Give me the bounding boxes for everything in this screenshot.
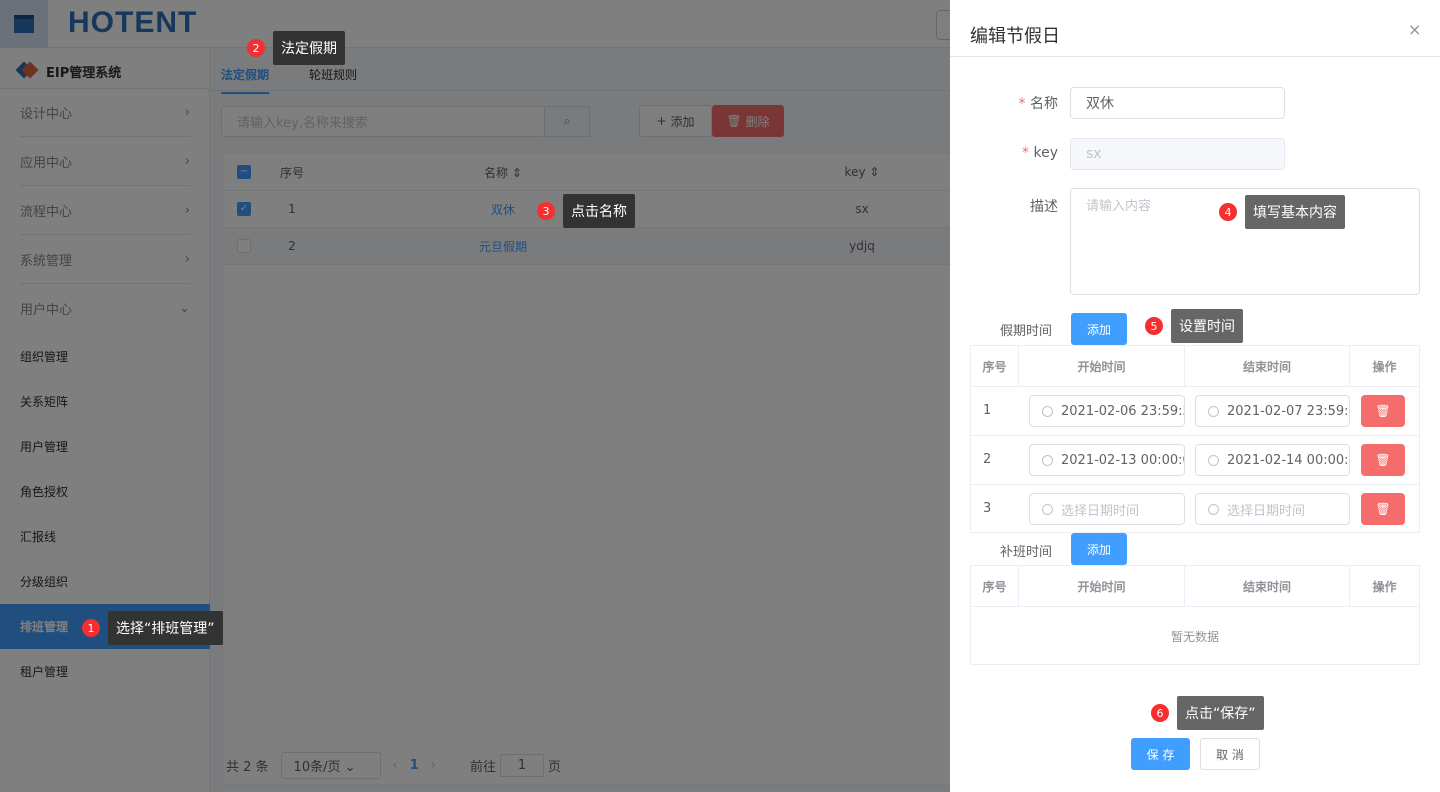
clock-icon	[1042, 503, 1053, 515]
clock-icon	[1208, 503, 1219, 515]
annotation-3: 3 点击名称	[537, 194, 635, 228]
close-icon[interactable]: ×	[1408, 20, 1421, 39]
name-input[interactable]: 双休	[1070, 87, 1285, 119]
start-datetime-picker[interactable]: 2021-02-06 23:59:59	[1029, 395, 1185, 427]
trash-icon: 🗑	[1375, 404, 1391, 418]
holiday-row: 3 选择日期时间 选择日期时间 🗑	[971, 484, 1419, 533]
clock-icon	[1208, 454, 1219, 466]
makeup-time-table: 序号 开始时间 结束时间 操作 暂无数据	[970, 565, 1420, 665]
delete-row-button[interactable]: 🗑	[1361, 395, 1405, 427]
start-datetime-picker[interactable]: 2021-02-13 00:00:00	[1029, 444, 1185, 476]
annotation-2: 2 法定假期	[247, 31, 345, 65]
annotation-6: 6 点击“保存”	[1151, 696, 1264, 730]
end-datetime-picker[interactable]: 2021-02-07 23:59:59	[1195, 395, 1350, 427]
edit-holiday-drawer: 编辑节假日 × * 名称 双休 * key sx 描述 请输入内容 假期时间 添…	[950, 0, 1440, 792]
cancel-button[interactable]: 取 消	[1200, 738, 1260, 770]
add-makeup-time-button[interactable]: 添加	[1071, 533, 1127, 565]
save-button[interactable]: 保 存	[1131, 738, 1190, 770]
empty-text: 暂无数据	[971, 606, 1419, 665]
annotation-4: 4 填写基本内容	[1219, 195, 1345, 229]
annotation-5: 5 设置时间	[1145, 309, 1243, 343]
holiday-time-table: 序号 开始时间 结束时间 操作 1 2021-02-06 23:59:59 20…	[970, 345, 1420, 533]
trash-icon: 🗑	[1375, 453, 1391, 467]
clock-icon	[1208, 405, 1219, 417]
key-input[interactable]: sx	[1070, 138, 1285, 170]
modal-overlay[interactable]	[0, 0, 950, 792]
add-holiday-time-button[interactable]: 添加	[1071, 313, 1127, 345]
clock-icon	[1042, 405, 1053, 417]
delete-row-button[interactable]: 🗑	[1361, 444, 1405, 476]
holiday-row: 2 2021-02-13 00:00:00 2021-02-14 00:00:0…	[971, 435, 1419, 484]
holiday-row: 1 2021-02-06 23:59:59 2021-02-07 23:59:5…	[971, 386, 1419, 435]
drawer-title: 编辑节假日	[970, 26, 1060, 47]
start-datetime-picker[interactable]: 选择日期时间	[1029, 493, 1185, 525]
end-datetime-picker[interactable]: 选择日期时间	[1195, 493, 1350, 525]
annotation-1: 1 选择“排班管理”	[82, 611, 223, 645]
clock-icon	[1042, 454, 1053, 466]
trash-icon: 🗑	[1375, 502, 1391, 516]
delete-row-button[interactable]: 🗑	[1361, 493, 1405, 525]
end-datetime-picker[interactable]: 2021-02-14 00:00:00	[1195, 444, 1350, 476]
